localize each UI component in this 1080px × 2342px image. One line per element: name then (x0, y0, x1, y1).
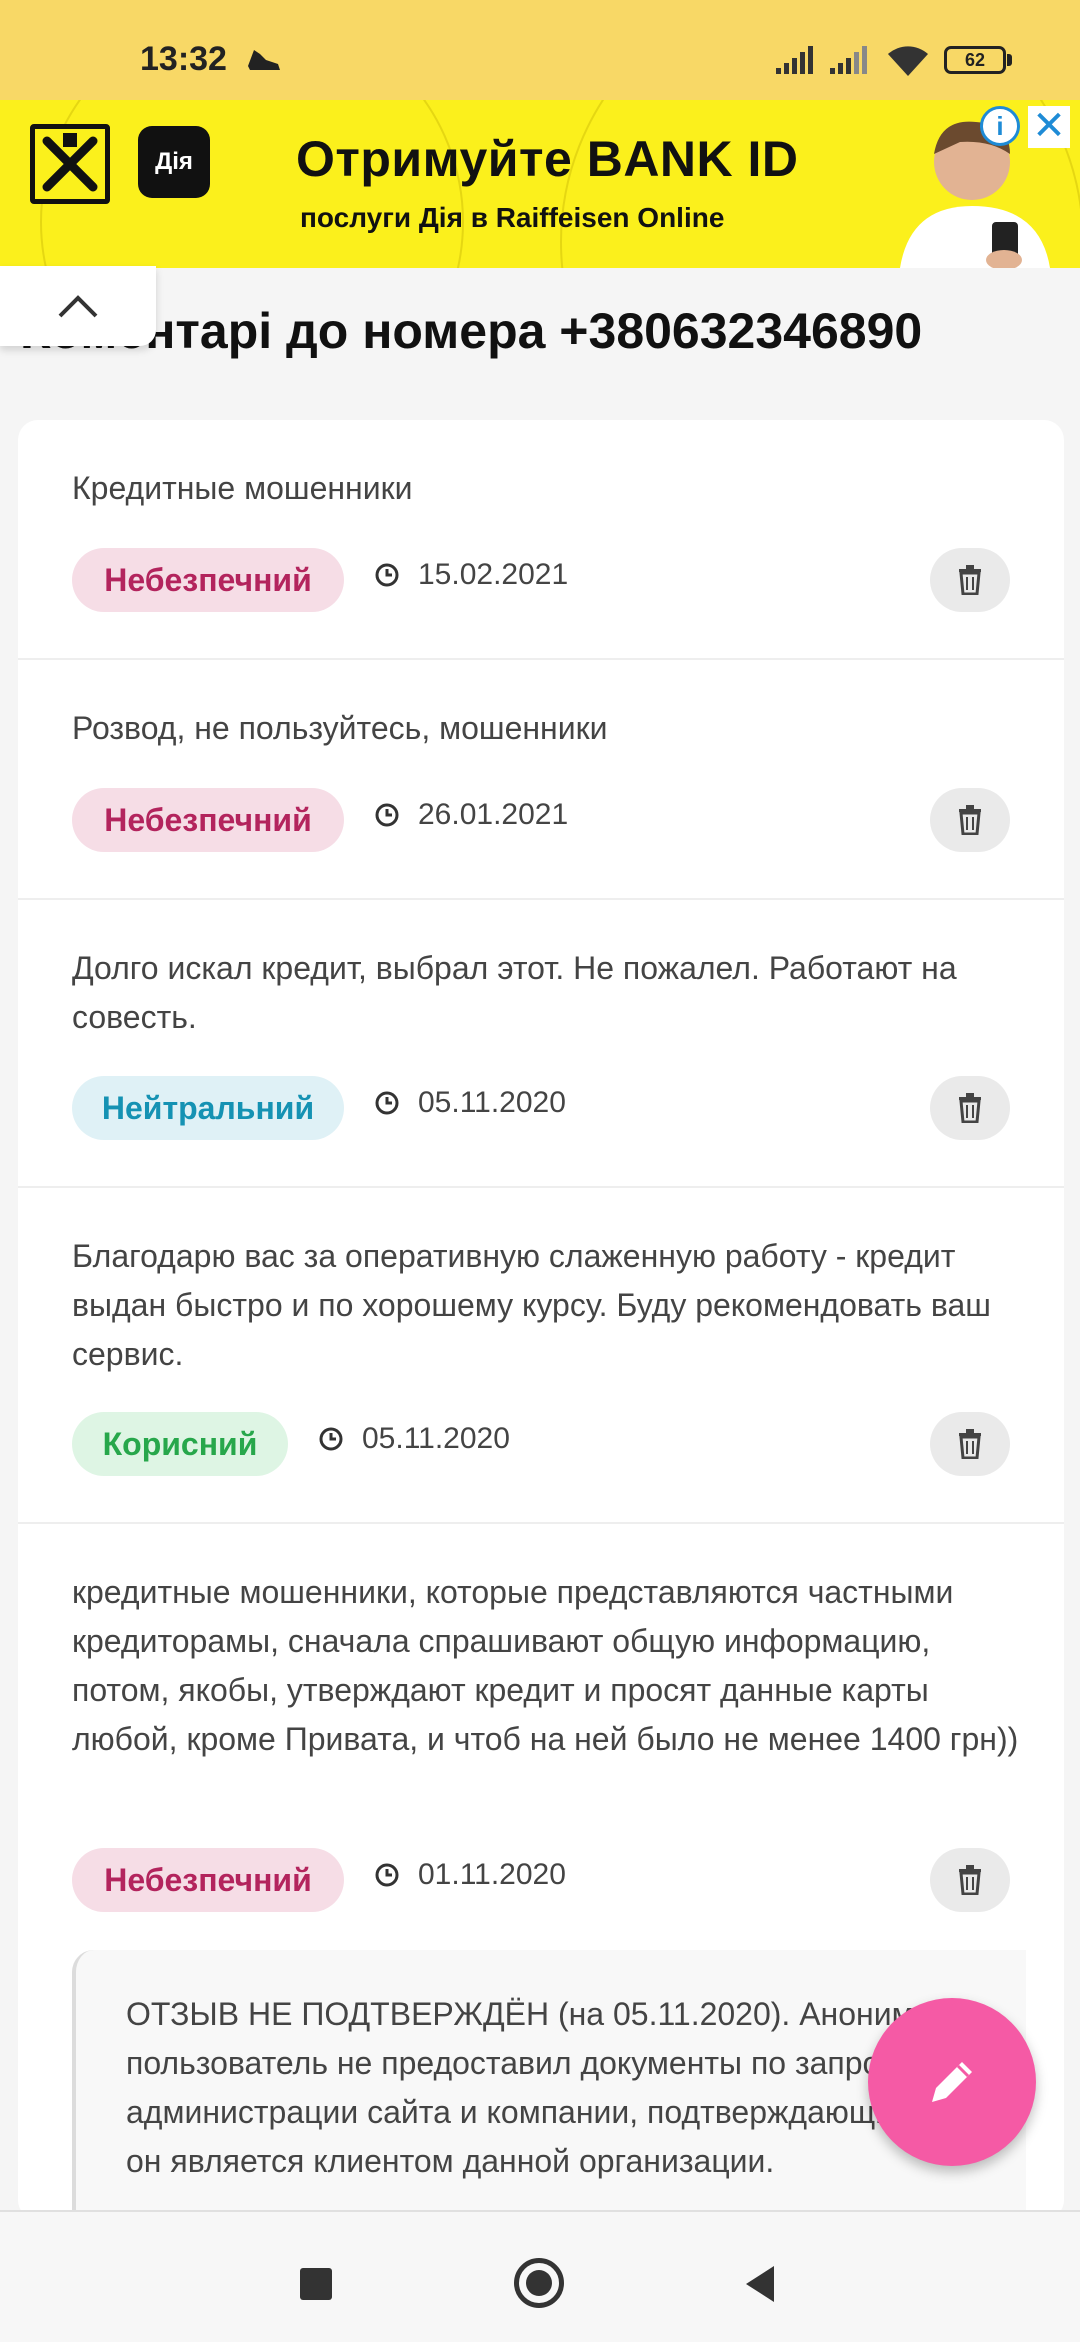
wifi-icon (888, 46, 928, 76)
clock-icon (375, 803, 399, 827)
delete-button[interactable] (930, 1848, 1010, 1912)
comment-date: 01.11.2020 (374, 1858, 566, 1892)
recents-button[interactable] (300, 2268, 332, 2300)
comment-text: Долго искал кредит, выбрал этот. Не пожа… (72, 950, 957, 1035)
back-icon[interactable] (742, 2264, 778, 2304)
collapse-button[interactable] (0, 266, 156, 346)
comment-item: Розвод, не пользуйтесь, мошенники Небезп… (18, 658, 1064, 900)
comment-rating-badge: Небезпечний (72, 548, 344, 612)
comment-text: Кредитные мошенники (72, 470, 413, 506)
trash-icon (959, 1093, 981, 1123)
clock-icon (375, 563, 399, 587)
comment-date: 05.11.2020 (374, 1086, 566, 1120)
battery-level: 62 (964, 49, 986, 70)
battery-indicator: 62 (944, 46, 1006, 74)
comment-item: Долго искал кредит, выбрал этот. Не пожа… (18, 898, 1064, 1188)
ad-subline: послуги Дія в Raiffeisen Online (300, 202, 725, 233)
comment-item: Благодарю вас за оперативную слаженную р… (18, 1186, 1064, 1524)
trash-icon (959, 1429, 981, 1459)
clock-icon (319, 1427, 343, 1451)
signal-icon (776, 46, 813, 74)
pencil-icon (932, 2062, 972, 2102)
comment-text: Благодарю вас за оперативную слаженную р… (72, 1238, 991, 1372)
ad-info-icon[interactable]: i (980, 106, 1020, 146)
clock-icon (375, 1091, 399, 1115)
diia-logo-icon: Дія (138, 126, 210, 198)
status-time: 13:32 (140, 40, 227, 78)
trash-icon (959, 1865, 981, 1895)
comment-item: Кредитные мошенники Небезпечний 15.02.20… (18, 420, 1064, 660)
comment-text: Розвод, не пользуйтесь, мошенники (72, 710, 608, 746)
raiffeisen-logo-icon (30, 124, 110, 204)
home-button[interactable] (514, 2258, 564, 2308)
comment-date: 15.02.2021 (374, 558, 568, 592)
ad-headline: Отримуйте BANK ID (296, 131, 799, 187)
comments-card: Кредитные мошенники Небезпечний 15.02.20… (18, 420, 1064, 2250)
system-nav-bar (0, 2210, 1080, 2342)
comment-date: 05.11.2020 (318, 1422, 510, 1456)
chevron-up-icon (58, 295, 98, 318)
add-comment-button[interactable] (868, 1998, 1036, 2166)
delete-button[interactable] (930, 788, 1010, 852)
trash-icon (959, 805, 981, 835)
comment-date: 26.01.2021 (374, 798, 568, 832)
trash-icon (959, 565, 981, 595)
delete-button[interactable] (930, 548, 1010, 612)
comment-rating-badge: Нейтральний (72, 1076, 344, 1140)
comment-rating-badge: Небезпечний (72, 1848, 344, 1912)
ad-close-icon[interactable]: ✕ (1028, 106, 1070, 148)
comment-rating-badge: Корисний (72, 1412, 288, 1476)
delete-button[interactable] (930, 1076, 1010, 1140)
signal-icon (830, 46, 867, 74)
status-bar: 13:32 62 (0, 0, 1080, 100)
comment-text: кредитные мошенники, которые представляю… (72, 1574, 1019, 1757)
delete-button[interactable] (930, 1412, 1010, 1476)
ad-banner[interactable]: Дія Отримуйте BANK ID послуги Дія в Raif… (0, 100, 1080, 268)
clock-icon (375, 1863, 399, 1887)
shoe-icon (248, 50, 280, 70)
battery-tip (1007, 54, 1012, 66)
comment-rating-badge: Небезпечний (72, 788, 344, 852)
